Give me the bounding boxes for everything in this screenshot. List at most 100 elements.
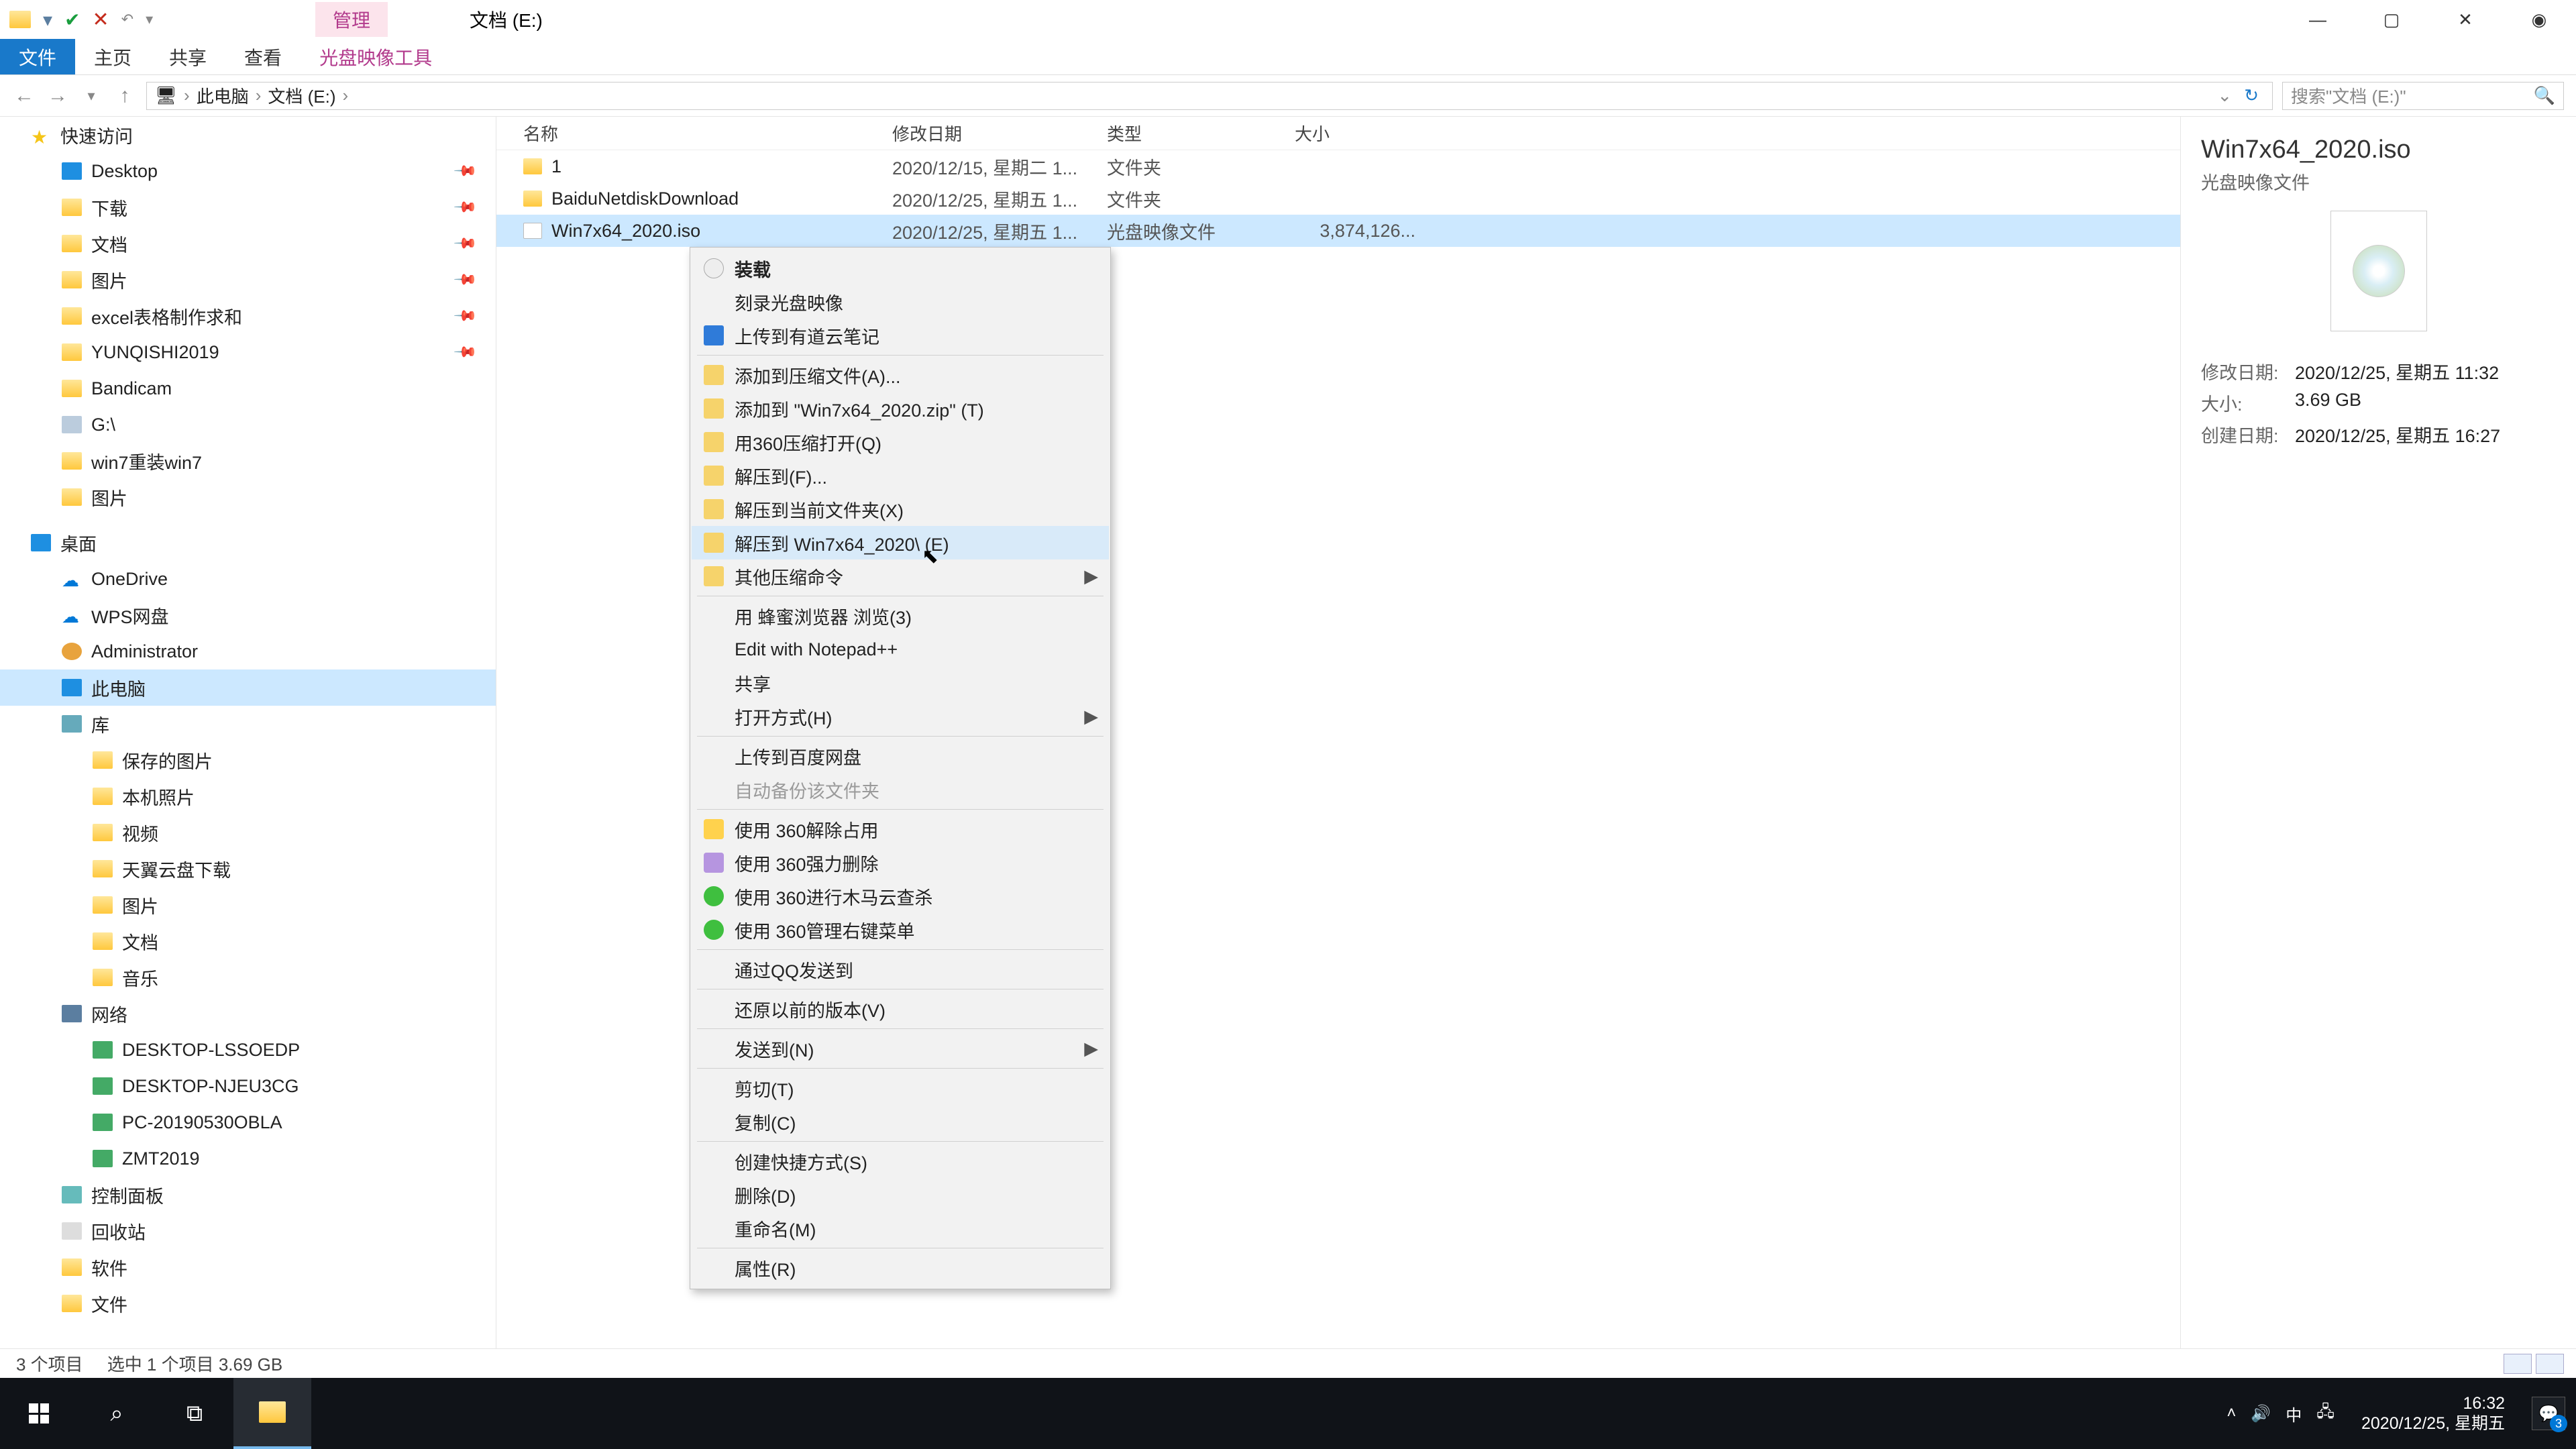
back-button[interactable]: ← — [12, 85, 36, 107]
maximize-button[interactable]: ▢ — [2355, 0, 2428, 39]
menu-item[interactable]: 添加到 "Win7x64_2020.zip" (T) — [692, 392, 1109, 425]
menu-item[interactable]: 共享 — [692, 666, 1109, 700]
qat-check-icon[interactable]: ✔ — [64, 9, 80, 31]
file-row[interactable]: Win7x64_2020.iso2020/12/25, 星期五 1...光盘映像… — [496, 215, 2180, 247]
file-row[interactable]: 12020/12/15, 星期二 1...文件夹 — [496, 150, 2180, 182]
help-icon[interactable]: ◉ — [2502, 0, 2576, 39]
tab-share[interactable]: 共享 — [150, 39, 225, 74]
column-size[interactable]: 大小 — [1295, 121, 1429, 146]
menu-item[interactable]: 使用 360管理右键菜单 — [692, 913, 1109, 947]
search-button[interactable]: ⌕ — [78, 1378, 156, 1449]
tree-desktop-root[interactable]: 桌面 — [0, 525, 496, 561]
qat-close-icon[interactable]: ✕ — [93, 8, 109, 32]
tree-music[interactable]: 音乐 — [0, 959, 496, 996]
tree-control-panel[interactable]: 控制面板 — [0, 1177, 496, 1213]
tree-net3[interactable]: PC-20190530OBLA — [0, 1104, 496, 1140]
tree-excel[interactable]: excel表格制作求和📌 — [0, 298, 496, 334]
action-center-button[interactable]: 💬3 — [2532, 1397, 2565, 1430]
menu-item[interactable]: 创建快捷方式(S) — [692, 1144, 1109, 1178]
minimize-button[interactable]: — — [2281, 0, 2355, 39]
breadcrumb-pc[interactable]: 此电脑 — [197, 83, 249, 108]
tree-pictures3[interactable]: 图片 — [0, 887, 496, 923]
chevron-icon[interactable]: › — [342, 85, 348, 106]
tree-onedrive[interactable]: ☁OneDrive — [0, 561, 496, 597]
menu-item[interactable]: 通过QQ发送到 — [692, 953, 1109, 986]
tree-net2[interactable]: DESKTOP-NJEU3CG — [0, 1068, 496, 1104]
search-input[interactable]: 搜索"文档 (E:)" 🔍 — [2282, 82, 2564, 110]
menu-item[interactable]: 删除(D) — [692, 1178, 1109, 1212]
tree-admin[interactable]: Administrator — [0, 633, 496, 669]
breadcrumb-drive[interactable]: 文档 (E:) — [268, 83, 335, 108]
tree-win7[interactable]: win7重装win7 — [0, 443, 496, 479]
tree-quick-access[interactable]: ★快速访问 — [0, 117, 496, 153]
tree-desktop[interactable]: Desktop📌 — [0, 153, 496, 189]
search-icon[interactable]: 🔍 — [2534, 85, 2555, 106]
network-icon[interactable]: 🖧 — [2316, 1400, 2334, 1428]
tree-documents[interactable]: 文档📌 — [0, 225, 496, 262]
volume-icon[interactable]: 🔊 — [2251, 1404, 2271, 1424]
menu-item[interactable]: 解压到(F)... — [692, 459, 1109, 492]
clock[interactable]: 16:32 2020/12/25, 星期五 — [2349, 1393, 2517, 1434]
menu-item[interactable]: 复制(C) — [692, 1105, 1109, 1138]
tab-disc-image-tools[interactable]: 光盘映像工具 — [301, 39, 451, 74]
task-view-button[interactable]: ⧉ — [156, 1378, 233, 1449]
up-button[interactable]: ↑ — [113, 85, 137, 107]
breadcrumb-dropdown-icon[interactable]: ⌄ — [2217, 85, 2232, 106]
tree-network[interactable]: 网络 — [0, 996, 496, 1032]
column-name[interactable]: 名称 — [496, 121, 892, 146]
menu-item[interactable]: 解压到当前文件夹(X) — [692, 492, 1109, 526]
tray-overflow-icon[interactable]: ˄ — [2226, 1404, 2236, 1423]
tree-this-pc[interactable]: 此电脑 — [0, 669, 496, 706]
menu-item[interactable]: 剪切(T) — [692, 1071, 1109, 1105]
menu-item[interactable]: 用360压缩打开(Q) — [692, 425, 1109, 459]
tree-localpic[interactable]: 本机照片 — [0, 778, 496, 814]
ime-indicator[interactable]: 中 — [2286, 1402, 2302, 1426]
tree-files[interactable]: 文件 — [0, 1285, 496, 1322]
qat-pin-icon[interactable]: ▾ — [43, 9, 52, 31]
breadcrumb[interactable]: 🖥 › 此电脑 › 文档 (E:) › ⌄ ↻ — [146, 82, 2273, 110]
menu-item[interactable]: 上传到有道云笔记 — [692, 319, 1109, 352]
tab-view[interactable]: 查看 — [225, 39, 301, 74]
explorer-taskbar-button[interactable] — [233, 1378, 311, 1449]
menu-item[interactable]: 使用 360解除占用 — [692, 812, 1109, 846]
qat-undo-icon[interactable]: ↶ — [121, 11, 133, 28]
tree-tianyi[interactable]: 天翼云盘下载 — [0, 851, 496, 887]
menu-item[interactable]: 重命名(M) — [692, 1212, 1109, 1245]
menu-item[interactable]: 刻录光盘映像 — [692, 285, 1109, 319]
tab-file[interactable]: 文件 — [0, 39, 75, 74]
tree-recycle[interactable]: 回收站 — [0, 1213, 496, 1249]
tree-docs[interactable]: 文档 — [0, 923, 496, 959]
menu-item[interactable]: 用 蜂蜜浏览器 浏览(3) — [692, 599, 1109, 633]
forward-button[interactable]: → — [46, 85, 70, 107]
close-button[interactable]: ✕ — [2428, 0, 2502, 39]
chevron-icon[interactable]: › — [184, 85, 190, 106]
menu-item[interactable]: 添加到压缩文件(A)... — [692, 358, 1109, 392]
history-dropdown[interactable]: ▾ — [79, 87, 103, 105]
menu-item[interactable]: 使用 360进行木马云查杀 — [692, 879, 1109, 913]
tree-pictures[interactable]: 图片📌 — [0, 262, 496, 298]
tree-bandicam[interactable]: Bandicam — [0, 370, 496, 407]
menu-item[interactable]: 使用 360强力删除 — [692, 846, 1109, 879]
view-large-button[interactable] — [2536, 1354, 2564, 1374]
chevron-icon[interactable]: › — [256, 85, 262, 106]
menu-item[interactable]: 装载 — [692, 252, 1109, 285]
menu-item[interactable]: Edit with Notepad++ — [692, 633, 1109, 666]
menu-item[interactable]: 还原以前的版本(V) — [692, 992, 1109, 1026]
menu-item[interactable]: 属性(R) — [692, 1251, 1109, 1285]
tree-videos[interactable]: 视频 — [0, 814, 496, 851]
tree-net1[interactable]: DESKTOP-LSSOEDP — [0, 1032, 496, 1068]
column-type[interactable]: 类型 — [1107, 121, 1295, 146]
tree-libraries[interactable]: 库 — [0, 706, 496, 742]
menu-item[interactable]: 上传到百度网盘 — [692, 739, 1109, 773]
tree-net4[interactable]: ZMT2019 — [0, 1140, 496, 1177]
tab-home[interactable]: 主页 — [75, 39, 150, 74]
tree-downloads[interactable]: 下载📌 — [0, 189, 496, 225]
tree-wps[interactable]: ☁WPS网盘 — [0, 597, 496, 633]
tree-savedpic[interactable]: 保存的图片 — [0, 742, 496, 778]
tree-software[interactable]: 软件 — [0, 1249, 496, 1285]
tree-gdrive[interactable]: G:\ — [0, 407, 496, 443]
menu-item[interactable]: 发送到(N)▶ — [692, 1032, 1109, 1065]
view-details-button[interactable] — [2504, 1354, 2532, 1374]
column-date[interactable]: 修改日期 — [892, 121, 1107, 146]
menu-item[interactable]: 解压到 Win7x64_2020\ (E) — [692, 526, 1109, 559]
